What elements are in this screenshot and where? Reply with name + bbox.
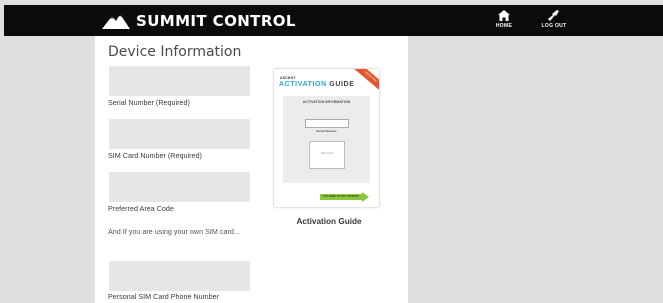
top-navigation-bar: SUMMIT CONTROL HOME LOG OUT [4, 5, 663, 36]
arrow-right-icon [361, 192, 369, 202]
guide-sim-card-text: SIM Card [320, 151, 334, 155]
mountain-logo-icon [102, 14, 130, 29]
own-sim-card-note: And If you are using your own SIM card..… [108, 227, 240, 236]
activation-guide-link[interactable]: Activation Guide [274, 217, 384, 226]
preferred-area-code-input[interactable] [109, 172, 250, 202]
guide-sim-card-image: SIM Card [309, 141, 345, 169]
preferred-area-code-label: Preferred Area Code [108, 204, 174, 213]
guide-info-heading: ACTIVATION INFORMATION [302, 100, 351, 104]
activation-guide-thumbnail[interactable]: ASCENT ACTIVATION GUIDE LEARN HOW ACTIVA… [274, 69, 379, 207]
guide-info-box: ACTIVATION INFORMATION Serial Number SIM… [283, 96, 370, 183]
serial-number-input[interactable] [109, 66, 250, 96]
sim-card-number-input[interactable] [109, 119, 250, 149]
summit-control-logo[interactable]: SUMMIT CONTROL [102, 11, 296, 31]
serial-number-label: Serial Number (Required) [108, 98, 190, 107]
device-information-panel: Device Information Serial Number (Requir… [95, 36, 408, 303]
section-title: Device Information [108, 44, 242, 60]
personal-sim-phone-label: Personal SIM Card Phone Number [108, 292, 220, 301]
personal-sim-phone-input[interactable] [109, 261, 250, 291]
guide-serial-box [305, 119, 349, 128]
logout-button[interactable]: LOG OUT [534, 10, 574, 34]
guide-serial-label: Serial Number [316, 129, 337, 133]
guide-brand: ASCENT [280, 76, 296, 80]
guide-title: ACTIVATION GUIDE [279, 81, 354, 88]
logout-label: LOG OUT [541, 23, 567, 29]
guide-get-started-arrow: TAP HERE TO GET STARTED [320, 192, 369, 202]
sim-card-number-label: SIM Card Number (Required) [108, 151, 202, 160]
home-button[interactable]: HOME [484, 10, 524, 34]
home-label: HOME [495, 23, 513, 29]
home-icon [498, 10, 510, 21]
guide-cta-text: TAP HERE TO GET STARTED [320, 194, 362, 200]
guide-title-main: GUIDE [329, 81, 355, 88]
brand-name: SUMMIT CONTROL [136, 12, 296, 30]
guide-title-accent: ACTIVATION [279, 81, 327, 88]
logout-icon [548, 10, 559, 21]
